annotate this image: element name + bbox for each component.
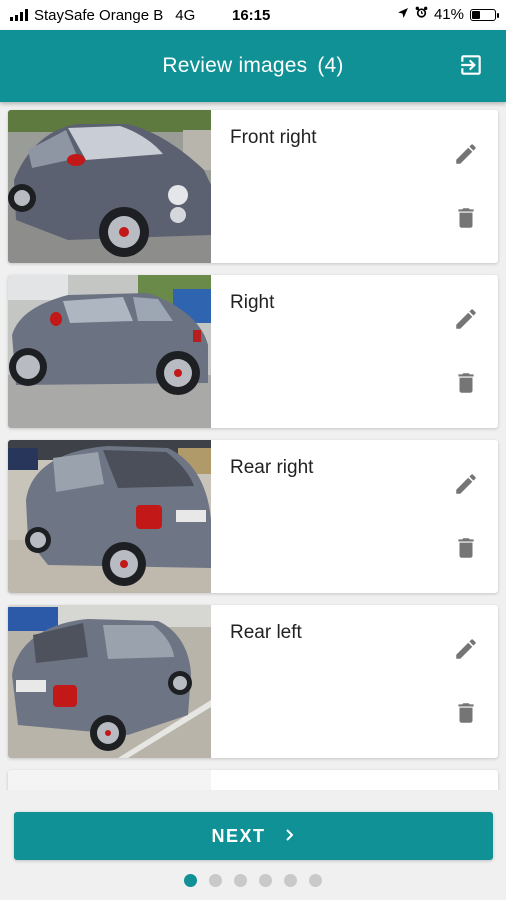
page-indicator: [0, 874, 506, 887]
page-dot: [184, 874, 197, 887]
edit-button[interactable]: [450, 635, 482, 667]
pencil-icon: [453, 471, 479, 502]
footer: NEXT: [0, 790, 506, 900]
battery-icon: [470, 8, 499, 21]
trash-icon: [453, 370, 479, 401]
trash-icon: [453, 700, 479, 731]
network-type: 4G: [175, 6, 196, 24]
image-label: Rear left: [230, 622, 302, 643]
app-header: Review images (4): [0, 30, 506, 102]
page-dot: [259, 874, 272, 887]
edit-button[interactable]: [450, 305, 482, 337]
page-dot: [284, 874, 297, 887]
car-rear-left-photo[interactable]: [8, 605, 211, 758]
pencil-icon: [453, 306, 479, 337]
next-button-label: NEXT: [211, 825, 266, 846]
trash-icon: [453, 205, 479, 236]
image-card-partial: [8, 770, 498, 790]
next-button[interactable]: NEXT: [14, 812, 493, 860]
page-title: Review images (4): [0, 54, 506, 78]
image-card-right: Right: [8, 275, 498, 428]
image-label: Rear right: [230, 457, 314, 478]
location-icon: [397, 6, 409, 23]
logout-button[interactable]: [456, 52, 486, 82]
pencil-icon: [453, 141, 479, 172]
chevron-right-icon: [284, 826, 296, 847]
car-front-right-photo[interactable]: [8, 110, 211, 263]
delete-button[interactable]: [450, 699, 482, 731]
image-card-front-right: Front right: [8, 110, 498, 263]
image-label: Front right: [230, 127, 317, 148]
page-dot: [234, 874, 247, 887]
pencil-icon: [453, 636, 479, 667]
car-photo-partial[interactable]: [8, 770, 211, 790]
delete-button[interactable]: [450, 204, 482, 236]
battery-percent: 41%: [433, 6, 464, 23]
signal-icon: [10, 9, 28, 21]
image-label: Right: [230, 292, 275, 313]
logout-icon: [458, 52, 484, 83]
page-dot: [209, 874, 222, 887]
car-rear-right-photo[interactable]: [8, 440, 211, 593]
page-dot: [309, 874, 322, 887]
edit-button[interactable]: [450, 140, 482, 172]
image-card-rear-right: Rear right: [8, 440, 498, 593]
status-time: 16:15: [232, 7, 271, 24]
image-list[interactable]: Front right Right Rear right Rear left: [0, 102, 506, 790]
trash-icon: [453, 535, 479, 566]
page-title-text: Review images: [162, 54, 308, 77]
carrier-name: StaySafe Orange B: [34, 6, 164, 24]
edit-button[interactable]: [450, 470, 482, 502]
status-bar: StaySafe Orange B 4G 16:15 41%: [0, 0, 506, 30]
alarm-icon: [415, 6, 428, 23]
delete-button[interactable]: [450, 534, 482, 566]
image-card-rear-left: Rear left: [8, 605, 498, 758]
car-right-photo[interactable]: [8, 275, 211, 428]
delete-button[interactable]: [450, 369, 482, 401]
image-count: (4): [317, 54, 344, 77]
